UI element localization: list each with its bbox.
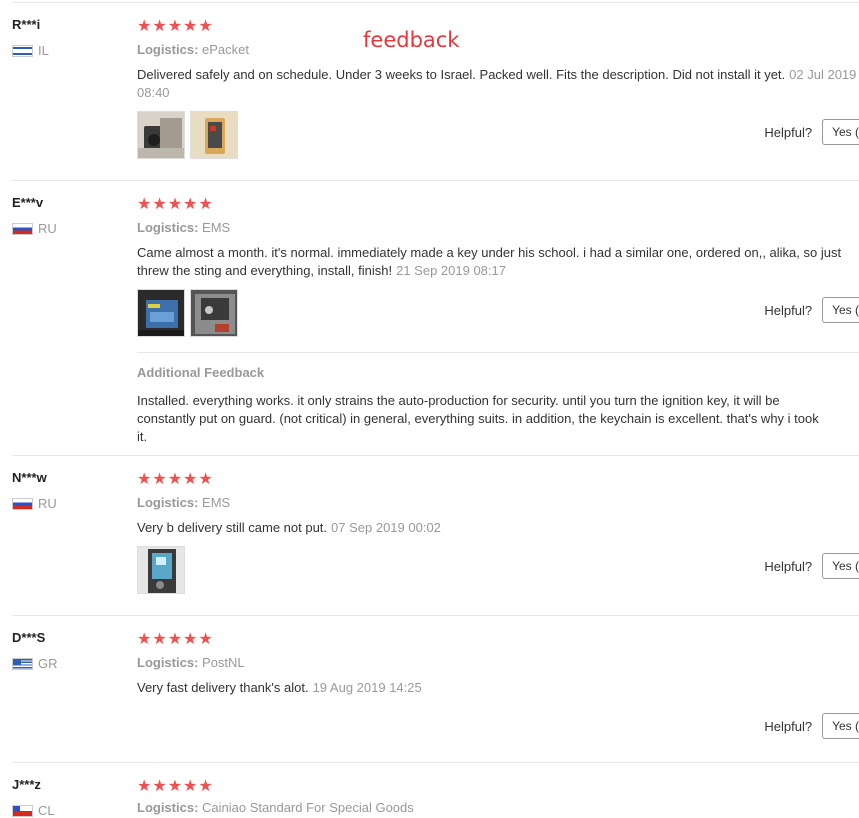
logistics-label: Logistics: (137, 655, 199, 670)
review-photo-thumbnail[interactable] (190, 289, 238, 337)
rating-stars: ★★★★★ (137, 18, 214, 35)
logistics-label: Logistics: (137, 495, 199, 510)
country-code: IL (38, 43, 49, 58)
helpful-yes-button[interactable]: Yes ( (822, 119, 859, 145)
helpful-yes-button[interactable]: Yes ( (822, 297, 859, 323)
country-code: RU (38, 221, 57, 236)
helpful-vote: Helpful? Yes ( (764, 119, 859, 145)
helpful-vote: Helpful? Yes ( (764, 297, 859, 323)
rating-stars: ★★★★★ (137, 471, 214, 488)
review-photo-thumbnail[interactable] (190, 111, 238, 159)
review-photos (137, 111, 238, 159)
russia-flag-icon (12, 222, 33, 235)
review-photo-thumbnail[interactable] (137, 111, 185, 159)
logistics-value: Cainiao Standard For Special Goods (202, 800, 414, 815)
review-photo-thumbnail[interactable] (137, 546, 185, 594)
divider (12, 455, 859, 456)
russia-flag-icon (12, 497, 33, 510)
logistics-info: Logistics: EMS (137, 495, 230, 510)
review-date: 21 Sep 2019 08:17 (396, 263, 506, 278)
logistics-info: Logistics: ePacket (137, 42, 249, 57)
review-date: 07 Sep 2019 00:02 (331, 520, 441, 535)
review-date: 19 Aug 2019 14:25 (312, 680, 422, 695)
reviewer-name: N***w (12, 470, 47, 485)
helpful-vote: Helpful? Yes ( (764, 713, 859, 739)
review-body: Delivered safely and on schedule. Under … (137, 67, 786, 82)
helpful-label: Helpful? (764, 124, 813, 140)
logistics-label: Logistics: (137, 220, 199, 235)
divider (12, 762, 859, 763)
helpful-label: Helpful? (764, 558, 813, 574)
helpful-label: Helpful? (764, 302, 813, 318)
helpful-vote: Helpful? Yes ( (764, 553, 859, 579)
logistics-value: EMS (202, 220, 231, 235)
logistics-info: Logistics: PostNL (137, 655, 245, 670)
rating-stars: ★★★★★ (137, 196, 214, 213)
helpful-yes-button[interactable]: Yes ( (822, 553, 859, 579)
review-body: Very b delivery still came not put. (137, 520, 328, 535)
reviewer-name: D***S (12, 630, 46, 645)
israel-flag-icon (12, 44, 33, 57)
review-text: Came almost a month. it's normal. immedi… (137, 244, 857, 280)
greece-flag-icon (12, 657, 33, 670)
additional-feedback-text: Installed. everything works. it only str… (137, 393, 819, 444)
helpful-yes-button[interactable]: Yes ( (822, 713, 859, 739)
logistics-value: ePacket (202, 42, 250, 57)
logistics-value: EMS (202, 495, 231, 510)
logistics-label: Logistics: (137, 42, 199, 57)
reviewer-country: RU (12, 496, 57, 511)
rating-stars: ★★★★★ (137, 631, 214, 648)
rating-stars: ★★★★★ (137, 778, 214, 795)
reviewer-name: J***z (12, 777, 41, 792)
additional-feedback-title: Additional Feedback (137, 365, 265, 380)
divider (137, 352, 859, 353)
review-text: Delivered safely and on schedule. Under … (137, 66, 857, 102)
divider (12, 2, 859, 3)
review-text: Very b delivery still came not put. 07 Se… (137, 519, 857, 537)
country-code: RU (38, 496, 57, 511)
review-photo-thumbnail[interactable] (137, 289, 185, 337)
review-photos (137, 289, 238, 337)
logistics-value: PostNL (202, 655, 245, 670)
reviewer-country: GR (12, 656, 58, 671)
feedback-annotation: feedback (363, 28, 460, 52)
reviewer-name: E***v (12, 195, 44, 210)
divider (12, 180, 859, 181)
logistics-info: Logistics: Cainiao Standard For Special … (137, 800, 414, 815)
logistics-info: Logistics: EMS (137, 220, 230, 235)
reviewer-country: IL (12, 43, 49, 58)
reviewer-country: RU (12, 221, 57, 236)
logistics-label: Logistics: (137, 800, 199, 815)
review-photos (137, 546, 185, 594)
review-text: Very fast delivery thank's alot. 19 Aug 2… (137, 679, 857, 697)
review-body: Very fast delivery thank's alot. (137, 680, 309, 695)
reviewer-name: R***i (12, 17, 41, 32)
helpful-label: Helpful? (764, 718, 813, 734)
divider (12, 615, 859, 616)
country-code: GR (38, 656, 58, 671)
